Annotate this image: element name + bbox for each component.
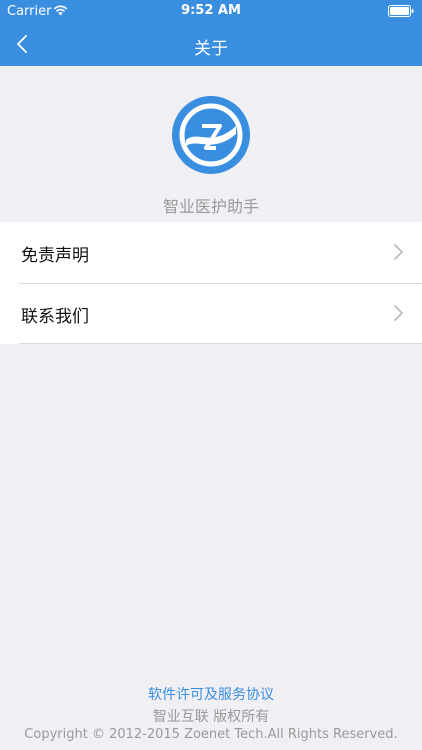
app-name: 智业医护助手: [162, 197, 259, 216]
status-bar: Carrier 9:52 AM: [0, 0, 422, 22]
menu-item-label: 免责声明: [21, 246, 89, 266]
menu-item-label: 联系我们: [21, 307, 89, 327]
status-time: 9:52 AM: [181, 3, 241, 18]
nav-bar: 关于: [0, 22, 422, 66]
chevron-right-icon: [394, 305, 403, 321]
copyright-text: Copyright © 2012-2015 Zoenet Tech.All Ri…: [24, 727, 398, 742]
app-header: Carrier 9:52 AM 关于: [0, 0, 422, 66]
rights-text: 智业互联 版权所有: [152, 709, 270, 725]
menu-item-disclaimer[interactable]: 免责声明: [0, 222, 422, 283]
battery-icon: [388, 5, 414, 17]
license-agreement-link[interactable]: 软件许可及服务协议: [0, 684, 422, 704]
page-title: 关于: [194, 39, 228, 59]
menu-item-contact-us[interactable]: 联系我们: [0, 283, 422, 344]
divider: [19, 343, 422, 344]
chevron-right-icon: [394, 244, 403, 260]
app-logo-icon: [172, 96, 250, 174]
settings-menu: 免责声明 联系我们: [0, 222, 422, 344]
